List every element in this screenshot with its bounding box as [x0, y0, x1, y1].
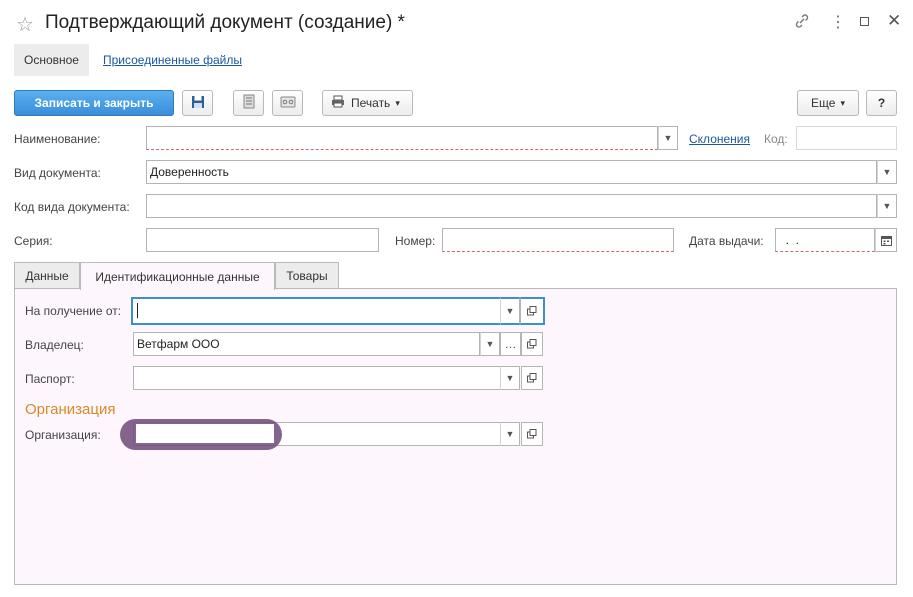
owner-label: Владелец: — [25, 338, 84, 352]
doc-type-code-label: Код вида документа: — [14, 200, 130, 214]
chevron-down-icon: ▾ — [395, 97, 400, 108]
issue-date-input[interactable]: . . — [775, 228, 875, 252]
ellipsis-icon[interactable]: … — [500, 332, 521, 356]
code-input[interactable] — [796, 126, 897, 150]
number-input[interactable] — [442, 228, 674, 252]
tab-data[interactable]: Данные — [14, 262, 80, 289]
link-icon[interactable] — [794, 13, 810, 33]
text-cursor — [137, 303, 138, 318]
tape-button[interactable] — [272, 90, 303, 116]
more-label: Еще — [811, 96, 836, 110]
open-icon[interactable] — [521, 366, 543, 390]
tab-identification-data[interactable]: Идентификационные данные — [80, 262, 275, 290]
chevron-down-icon[interactable]: ▼ — [877, 160, 897, 184]
passport-input[interactable] — [133, 366, 501, 390]
tab-attached-files[interactable]: Присоединенные файлы — [93, 44, 252, 76]
number-label: Номер: — [395, 234, 436, 248]
name-label: Наименование: — [14, 132, 101, 146]
chevron-down-icon[interactable]: ▼ — [877, 194, 897, 218]
receive-from-input[interactable] — [131, 297, 501, 325]
print-button[interactable]: Печать ▾ — [322, 90, 413, 116]
open-icon[interactable] — [521, 332, 543, 356]
code-label: Код: — [764, 132, 788, 146]
open-icon[interactable] — [521, 422, 543, 446]
print-label: Печать — [351, 96, 391, 110]
help-button[interactable]: ? — [866, 90, 897, 116]
tab-main[interactable]: Основное — [14, 44, 89, 76]
doc-type-label: Вид документа: — [14, 166, 101, 180]
tab-goods[interactable]: Товары — [275, 262, 339, 289]
organization-label: Организация: — [25, 428, 101, 442]
more-menu-icon[interactable]: ⋮ — [830, 12, 846, 32]
save-and-close-button[interactable]: Записать и закрыть — [14, 90, 174, 116]
receive-from-label: На получение от: — [25, 304, 122, 318]
maximize-icon[interactable] — [860, 17, 869, 26]
chevron-down-icon[interactable]: ▼ — [500, 366, 520, 390]
chevron-down-icon[interactable]: ▼ — [658, 126, 678, 150]
printer-icon — [331, 95, 345, 111]
open-icon[interactable] — [520, 297, 545, 325]
more-button[interactable]: Еще ▾ — [797, 90, 859, 116]
doc-type-input[interactable]: Доверенность — [146, 160, 877, 184]
series-label: Серия: — [14, 234, 53, 248]
close-icon[interactable]: ✕ — [887, 11, 901, 31]
cassette-icon — [280, 96, 296, 111]
issue-date-label: Дата выдачи: — [689, 234, 764, 248]
document-list-icon — [243, 94, 255, 112]
doc-type-code-input[interactable] — [146, 194, 877, 218]
chevron-down-icon[interactable]: ▼ — [500, 297, 520, 325]
chevron-down-icon: ▾ — [840, 97, 845, 108]
save-button[interactable] — [182, 90, 213, 116]
chevron-down-icon[interactable]: ▼ — [480, 332, 500, 356]
owner-input[interactable]: Ветфарм ООО — [133, 332, 480, 356]
series-input[interactable] — [146, 228, 379, 252]
chevron-down-icon[interactable]: ▼ — [500, 422, 520, 446]
name-input[interactable] — [146, 126, 658, 150]
declensions-link[interactable]: Склонения — [689, 132, 750, 146]
organization-section-title: Организация — [25, 401, 116, 418]
favorite-star-icon[interactable]: ☆ — [16, 12, 34, 37]
floppy-disk-icon — [191, 95, 205, 112]
document-list-button[interactable] — [233, 90, 264, 116]
redaction-mark — [136, 424, 274, 443]
calendar-icon[interactable] — [875, 228, 897, 252]
passport-label: Паспорт: — [25, 372, 75, 386]
window-title: Подтверждающий документ (создание) * — [45, 12, 405, 33]
